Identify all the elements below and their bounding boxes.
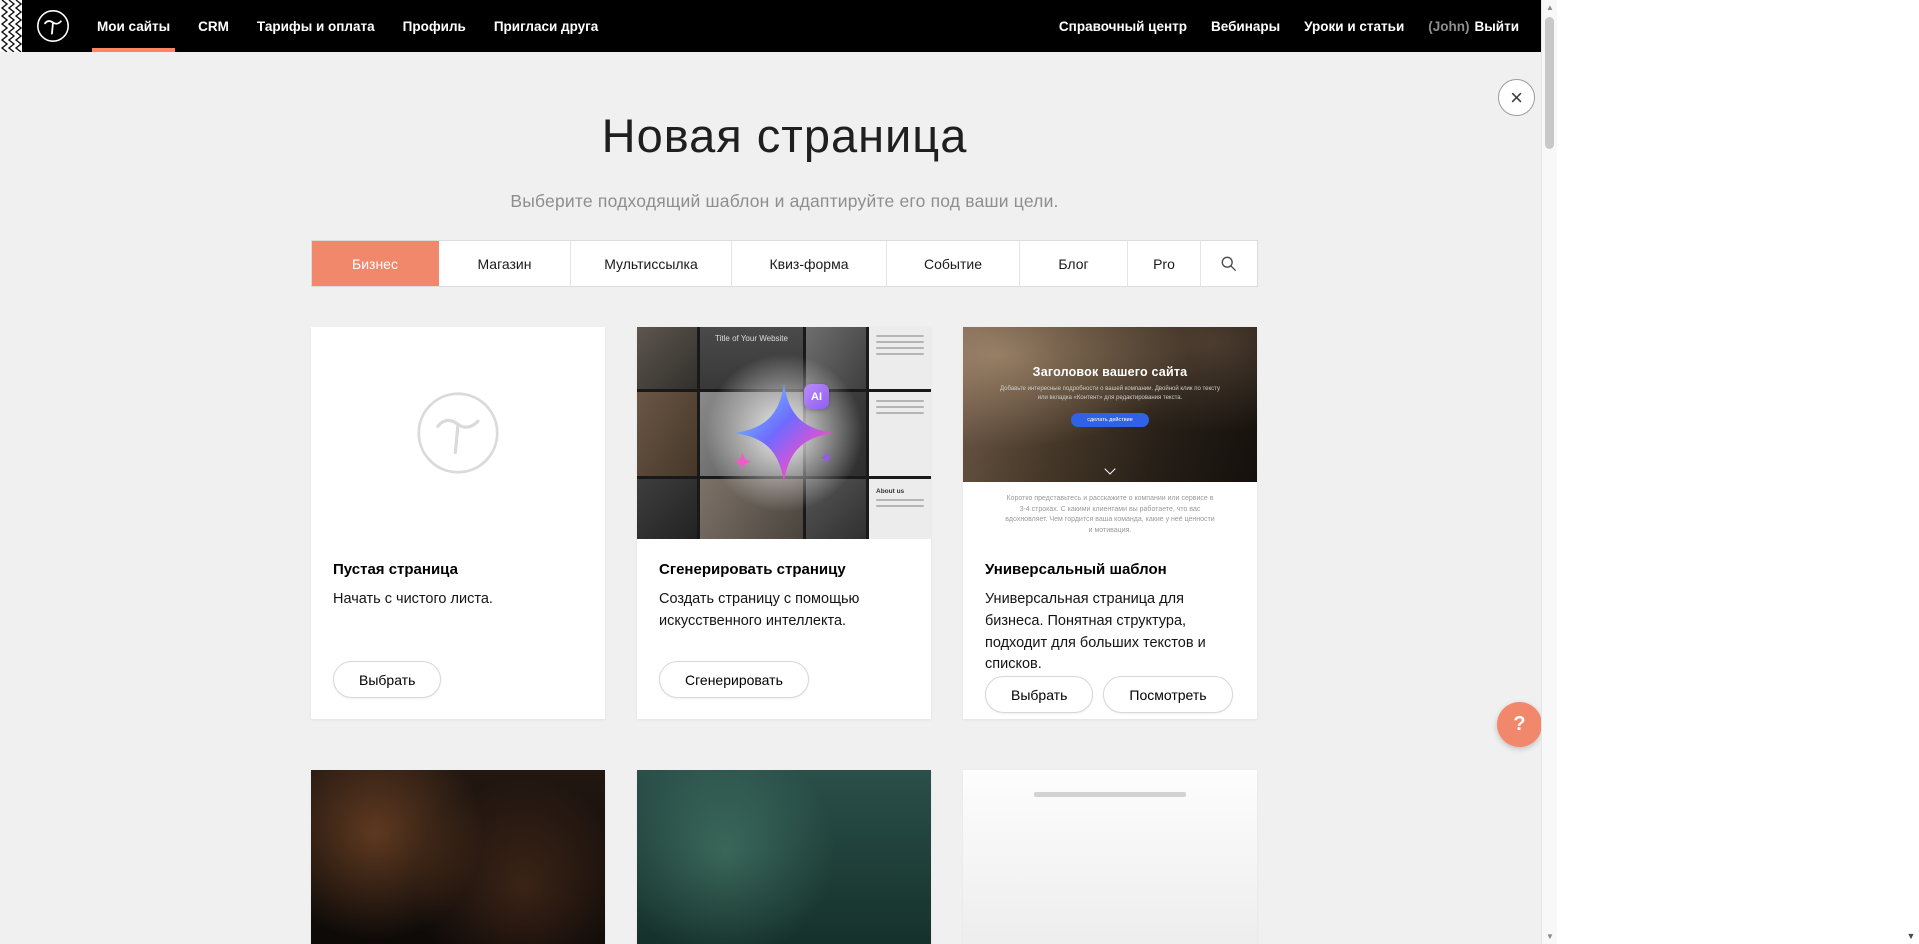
- card-actions: Выбрать Посмотреть: [985, 676, 1235, 713]
- nav-item-my-sites[interactable]: Мои сайты: [83, 0, 184, 52]
- template-category-tabs: Бизнес Магазин Мультиссылка Квиз-форма С…: [311, 240, 1258, 287]
- choose-button[interactable]: Выбрать: [333, 661, 441, 698]
- small-sparkle-icon: [733, 452, 752, 471]
- nav-item-lessons[interactable]: Уроки и статьи: [1292, 0, 1416, 52]
- nav-item-help-center[interactable]: Справочный центр: [1047, 0, 1199, 52]
- template-card-partial[interactable]: [963, 770, 1257, 944]
- template-card-universal[interactable]: Заголовок вашего сайта Добавьте интересн…: [963, 327, 1257, 719]
- zigzag-pattern: [0, 0, 22, 52]
- logout-label: Выйти: [1475, 19, 1520, 34]
- nav-item-tariffs[interactable]: Тарифы и оплата: [243, 0, 389, 52]
- page-subtitle: Выберите подходящий шаблон и адаптируйте…: [311, 191, 1258, 212]
- user-name: (John): [1428, 19, 1469, 34]
- card-description: Начать с чистого листа.: [333, 589, 583, 611]
- scrollbar-down-arrow[interactable]: ▼: [1542, 929, 1557, 944]
- template-card-blank[interactable]: Пустая страница Начать с чистого листа. …: [311, 327, 605, 719]
- view-button[interactable]: Посмотреть: [1103, 676, 1232, 713]
- card-actions: Выбрать: [333, 661, 583, 698]
- vertical-scrollbar[interactable]: ▲ ▼: [1541, 0, 1557, 944]
- template-card-partial[interactable]: [311, 770, 605, 944]
- tab-blog[interactable]: Блог: [1020, 241, 1128, 286]
- question-mark-icon: ?: [1513, 713, 1525, 736]
- card-info: Сгенерировать страницу Создать страницу …: [637, 539, 931, 719]
- nav-item-crm[interactable]: CRM: [184, 0, 243, 52]
- tab-pro[interactable]: Pro: [1128, 241, 1201, 286]
- template-grid-row1: Пустая страница Начать с чистого листа. …: [311, 327, 1258, 719]
- preview-heading: Заголовок вашего сайта: [963, 365, 1257, 379]
- scrollbar-thumb[interactable]: [1545, 17, 1554, 149]
- card-title: Сгенерировать страницу: [659, 561, 909, 578]
- card-info: Пустая страница Начать с чистого листа. …: [311, 539, 605, 719]
- tab-business[interactable]: Бизнес: [312, 241, 439, 286]
- help-button[interactable]: ?: [1497, 702, 1542, 747]
- chevron-down-icon: [1104, 463, 1115, 474]
- close-icon: ×: [1510, 87, 1523, 109]
- preview-body-text: Коротко представьтесь и расскажите о ком…: [1004, 494, 1216, 536]
- ai-collage-preview: Title of Your Website: [637, 327, 931, 539]
- tab-multilink[interactable]: Мультиссылка: [571, 241, 732, 286]
- template-card-partial[interactable]: [637, 770, 931, 944]
- preview-body-section: Коротко представьтесь и расскажите о ком…: [963, 482, 1257, 539]
- tab-search[interactable]: [1201, 241, 1256, 286]
- app-viewport: Мои сайты CRM Тарифы и оплата Профиль Пр…: [0, 0, 1557, 944]
- card-title: Пустая страница: [333, 561, 583, 578]
- card-info: Универсальный шаблон Универсальная стран…: [963, 539, 1257, 734]
- card-description: Создать страницу с помощью искусственног…: [659, 589, 909, 633]
- secondary-nav: Справочный центр Вебинары Уроки и статьи…: [1047, 0, 1557, 52]
- universal-template-preview: Заголовок вашего сайта Добавьте интересн…: [963, 327, 1257, 539]
- template-grid-row2: [311, 770, 1258, 944]
- preview-cta-button: сделать действие: [1071, 413, 1149, 427]
- scrollbar-up-arrow[interactable]: ▲: [1542, 0, 1557, 15]
- card-actions: Сгенерировать: [659, 661, 909, 698]
- preview-subheading: Добавьте интересные подробности о вашей …: [998, 385, 1221, 404]
- blank-page-preview: [311, 327, 605, 539]
- nav-item-invite-friend[interactable]: Пригласи друга: [480, 0, 612, 52]
- card-description: Универсальная страница для бизнеса. Поня…: [985, 589, 1235, 676]
- main-nav: Мои сайты CRM Тарифы и оплата Профиль Пр…: [83, 0, 612, 52]
- nav-item-webinars[interactable]: Вебинары: [1199, 0, 1292, 52]
- preview-hero-section: Заголовок вашего сайта Добавьте интересн…: [963, 327, 1257, 482]
- template-card-ai-generate[interactable]: Title of Your Website: [637, 327, 931, 719]
- nav-item-profile[interactable]: Профиль: [389, 0, 480, 52]
- choose-button[interactable]: Выбрать: [985, 676, 1093, 713]
- search-icon: [1220, 255, 1237, 272]
- small-sparkle-icon: [820, 451, 833, 464]
- card-title: Универсальный шаблон: [985, 561, 1235, 578]
- close-button[interactable]: ×: [1498, 79, 1535, 116]
- ai-badge: AI: [804, 384, 829, 409]
- tab-event[interactable]: Событие: [887, 241, 1020, 286]
- new-page-dialog: Новая страница Выберите подходящий шабло…: [311, 52, 1258, 944]
- tilda-watermark-icon: [415, 390, 501, 476]
- generate-button[interactable]: Сгенерировать: [659, 661, 809, 698]
- top-navbar: Мои сайты CRM Тарифы и оплата Профиль Пр…: [0, 0, 1557, 52]
- outer-scrollbar-down-arrow[interactable]: ▼: [1903, 928, 1919, 944]
- ai-sparkle-overlay: AI: [637, 327, 931, 539]
- tab-quiz-form[interactable]: Квиз-форма: [732, 241, 887, 286]
- tilda-logo[interactable]: [35, 8, 71, 44]
- page-title: Новая страница: [311, 108, 1258, 163]
- logout-link[interactable]: (John) Выйти: [1416, 0, 1531, 52]
- tab-shop[interactable]: Магазин: [439, 241, 571, 286]
